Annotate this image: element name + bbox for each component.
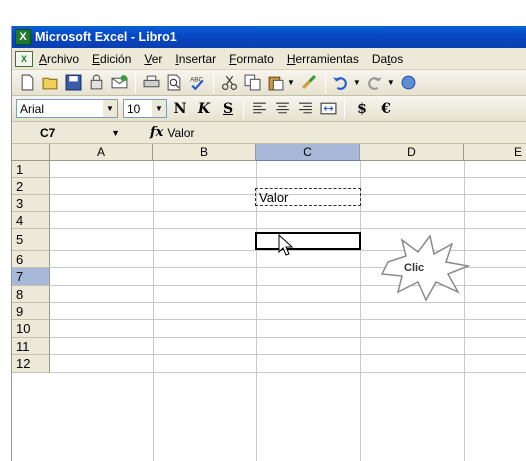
redo-icon[interactable] [364, 72, 386, 94]
click-burst-icon [380, 234, 471, 302]
font-dropdown-icon[interactable]: ▼ [103, 100, 117, 117]
menu-formato[interactable]: Formato [229, 52, 274, 66]
toolbar-separator [135, 72, 136, 93]
row-header-9[interactable]: 9 [12, 303, 50, 320]
format-painter-icon[interactable] [298, 72, 320, 94]
excel-app-icon[interactable]: X [15, 29, 31, 45]
font-size-dropdown-icon[interactable]: ▼ [152, 100, 166, 117]
toolbar-separator [213, 72, 214, 93]
merge-center-icon[interactable] [317, 98, 339, 120]
font-name-value: Arial [20, 101, 45, 116]
toolbar-separator [243, 98, 244, 119]
bold-button[interactable]: N [169, 98, 191, 120]
gridline [50, 372, 526, 373]
gridline [50, 337, 526, 338]
menu-datos[interactable]: Datos [372, 52, 403, 66]
menu-ver[interactable]: Ver [144, 52, 162, 66]
save-icon[interactable] [62, 72, 84, 94]
menu-herramientas[interactable]: Herramientas [287, 52, 359, 66]
row-header-6[interactable]: 6 [12, 251, 50, 268]
email-icon[interactable] [108, 72, 130, 94]
column-header-e[interactable]: E [464, 144, 526, 161]
name-box[interactable]: C7 ▼ [16, 123, 126, 142]
align-left-icon[interactable] [248, 98, 270, 120]
row-header-7[interactable]: 7 [12, 268, 50, 286]
toolbar-separator [344, 98, 345, 119]
gridline [256, 161, 257, 461]
undo-icon[interactable] [330, 72, 352, 94]
menu-archivo[interactable]: Archivo [39, 52, 79, 66]
print-icon[interactable] [140, 72, 162, 94]
font-size-value: 10 [127, 101, 141, 116]
copy-icon[interactable] [241, 72, 263, 94]
window-title: Microsoft Excel - Libro1 [35, 30, 177, 44]
underline-button[interactable]: S [217, 98, 239, 120]
mouse-pointer-icon [278, 234, 294, 256]
workbook-icon[interactable]: X [15, 50, 33, 67]
row-header-5[interactable]: 5 [12, 229, 50, 251]
spelling-icon[interactable]: ABC [186, 72, 208, 94]
row-header-2[interactable]: 2 [12, 178, 50, 195]
cut-icon[interactable] [218, 72, 240, 94]
gridline [50, 319, 526, 320]
font-size-select[interactable]: 10 ▼ [123, 99, 167, 118]
toolbar-separator [324, 72, 326, 93]
formatting-toolbar: Arial ▼ 10 ▼ N K S $ € [12, 96, 526, 122]
row-header-3[interactable]: 3 [12, 195, 50, 212]
hyperlink-icon[interactable] [398, 72, 420, 94]
gridline [50, 177, 526, 178]
cell-c5[interactable]: Valor [259, 190, 288, 205]
formula-bar: C7 ▼ fx Valor [12, 122, 526, 144]
new-icon[interactable] [16, 72, 38, 94]
column-header-b[interactable]: B [153, 144, 256, 161]
undo-dropdown-icon[interactable]: ▼ [353, 78, 361, 87]
select-all-corner[interactable] [12, 144, 50, 161]
euro-button[interactable]: € [375, 98, 397, 120]
paste-dropdown-icon[interactable]: ▼ [287, 78, 295, 87]
name-box-value: C7 [40, 125, 56, 140]
print-preview-icon[interactable] [163, 72, 185, 94]
row-header-8[interactable]: 8 [12, 286, 50, 303]
gridline [360, 161, 361, 461]
active-cell-c7[interactable] [255, 232, 361, 250]
paste-icon[interactable] [264, 72, 286, 94]
gridline [153, 161, 154, 461]
row-header-4[interactable]: 4 [12, 212, 50, 229]
row-header-11[interactable]: 11 [12, 338, 50, 355]
redo-dropdown-icon[interactable]: ▼ [387, 78, 395, 87]
font-name-select[interactable]: Arial ▼ [16, 99, 118, 118]
name-box-dropdown-icon[interactable]: ▼ [111, 128, 120, 138]
column-header-a[interactable]: A [50, 144, 153, 161]
click-label: Clic [404, 262, 425, 274]
align-right-icon[interactable] [294, 98, 316, 120]
align-center-icon[interactable] [271, 98, 293, 120]
menu-insertar[interactable]: Insertar [175, 52, 216, 66]
menu-bar: X Archivo Edición Ver Insertar Formato H… [12, 48, 526, 70]
italic-button[interactable]: K [193, 98, 215, 120]
column-header-d[interactable]: D [360, 144, 464, 161]
row-header-10[interactable]: 10 [12, 320, 50, 338]
row-header-12[interactable]: 12 [12, 355, 50, 373]
title-bar: X Microsoft Excel - Libro1 [12, 26, 526, 48]
row-header-1[interactable]: 1 [12, 161, 50, 178]
currency-button[interactable]: $ [351, 98, 373, 120]
standard-toolbar: ABC ▼ ▼ ▼ [12, 70, 526, 96]
column-header-c[interactable]: C [256, 144, 360, 161]
permission-icon[interactable] [85, 72, 107, 94]
open-icon[interactable] [39, 72, 61, 94]
gridline [50, 228, 526, 229]
gridline [50, 354, 526, 355]
formula-input[interactable]: Valor [167, 126, 194, 140]
gridline [50, 211, 526, 212]
menu-edicion[interactable]: Edición [92, 52, 131, 66]
excel-window: X Microsoft Excel - Libro1 X Archivo Edi… [11, 26, 526, 461]
fx-icon[interactable]: fx [150, 125, 163, 140]
gridline [464, 161, 465, 461]
